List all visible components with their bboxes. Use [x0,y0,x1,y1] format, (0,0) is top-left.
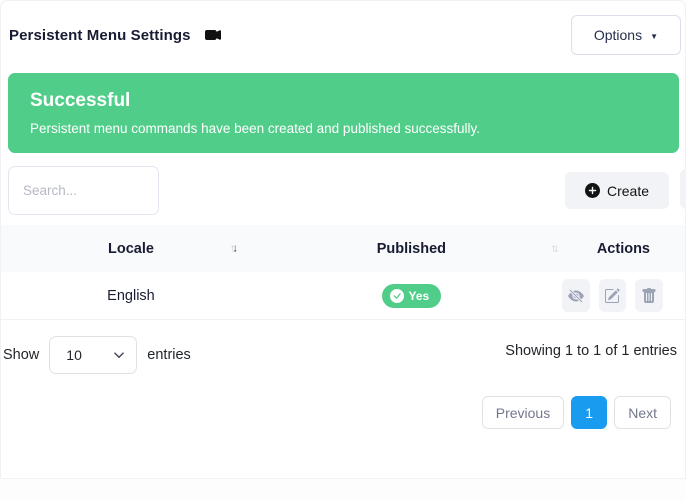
cell-published: Yes [261,284,562,308]
hide-button[interactable] [562,279,590,312]
delete-button[interactable] [635,279,663,312]
column-header-published-label: Published [377,241,446,257]
row-actions [562,279,685,312]
video-camera-icon [205,27,225,43]
toolbar-right: Create [565,172,669,209]
table-toolbar: Create [1,153,685,225]
next-page-button[interactable]: Next [614,396,671,429]
published-status-badge: Yes [382,284,442,308]
column-header-locale-label: Locale [108,241,154,257]
title-wrap: Persistent Menu Settings [9,27,225,44]
column-header-published[interactable]: Published ↑↓ [261,240,562,258]
showing-entries-summary: Showing 1 to 1 of 1 entries [505,336,679,359]
published-badge-label: Yes [409,289,430,303]
eye-slash-icon [568,288,584,304]
table-row: English Yes [1,272,685,320]
options-button-label: Options [594,27,642,43]
column-header-actions: Actions [562,240,685,258]
show-label: Show [3,347,39,363]
cell-actions [562,279,685,312]
show-entries-control: Show 10 entries [3,336,191,374]
success-alert: Successful Persistent menu commands have… [8,73,679,153]
previous-page-button[interactable]: Previous [482,396,564,429]
column-header-actions-label: Actions [597,241,650,257]
trash-icon [641,288,657,304]
cutoff-element-edge [680,169,686,209]
plus-circle-icon [585,183,600,198]
locale-value: English [107,288,155,304]
page-size-select[interactable]: 10 [49,336,137,374]
search-input[interactable] [8,166,159,215]
create-button[interactable]: Create [565,172,669,209]
success-alert-message: Persistent menu commands have been creat… [30,121,657,136]
sort-icon-locale[interactable]: ↑↓ [230,242,235,254]
success-alert-title: Successful [30,90,657,112]
page-size-select-wrap: 10 [49,336,137,374]
card-header: Persistent Menu Settings Options ▼ [1,1,685,65]
pagination: Previous 1 Next [1,374,685,429]
sort-icon-published[interactable]: ↑↓ [551,242,556,254]
options-button[interactable]: Options ▼ [571,15,681,55]
page-title: Persistent Menu Settings [9,27,191,44]
table-header-row: Locale ↑↓ Published ↑↓ Actions [1,225,685,272]
create-button-label: Create [607,183,649,199]
chevron-down-icon: ▼ [650,32,658,41]
check-circle-icon [390,289,404,303]
edit-pencil-icon [604,288,620,304]
table-footer: Show 10 entries Showing 1 to 1 of 1 entr… [1,320,685,374]
persistent-menu-settings-card: Persistent Menu Settings Options ▼ Succe… [0,0,686,479]
entries-label: entries [147,347,191,363]
edit-button[interactable] [599,279,627,312]
cell-locale: English [1,287,261,305]
page-1-button[interactable]: 1 [571,396,607,429]
column-header-locale[interactable]: Locale ↑↓ [1,240,261,258]
